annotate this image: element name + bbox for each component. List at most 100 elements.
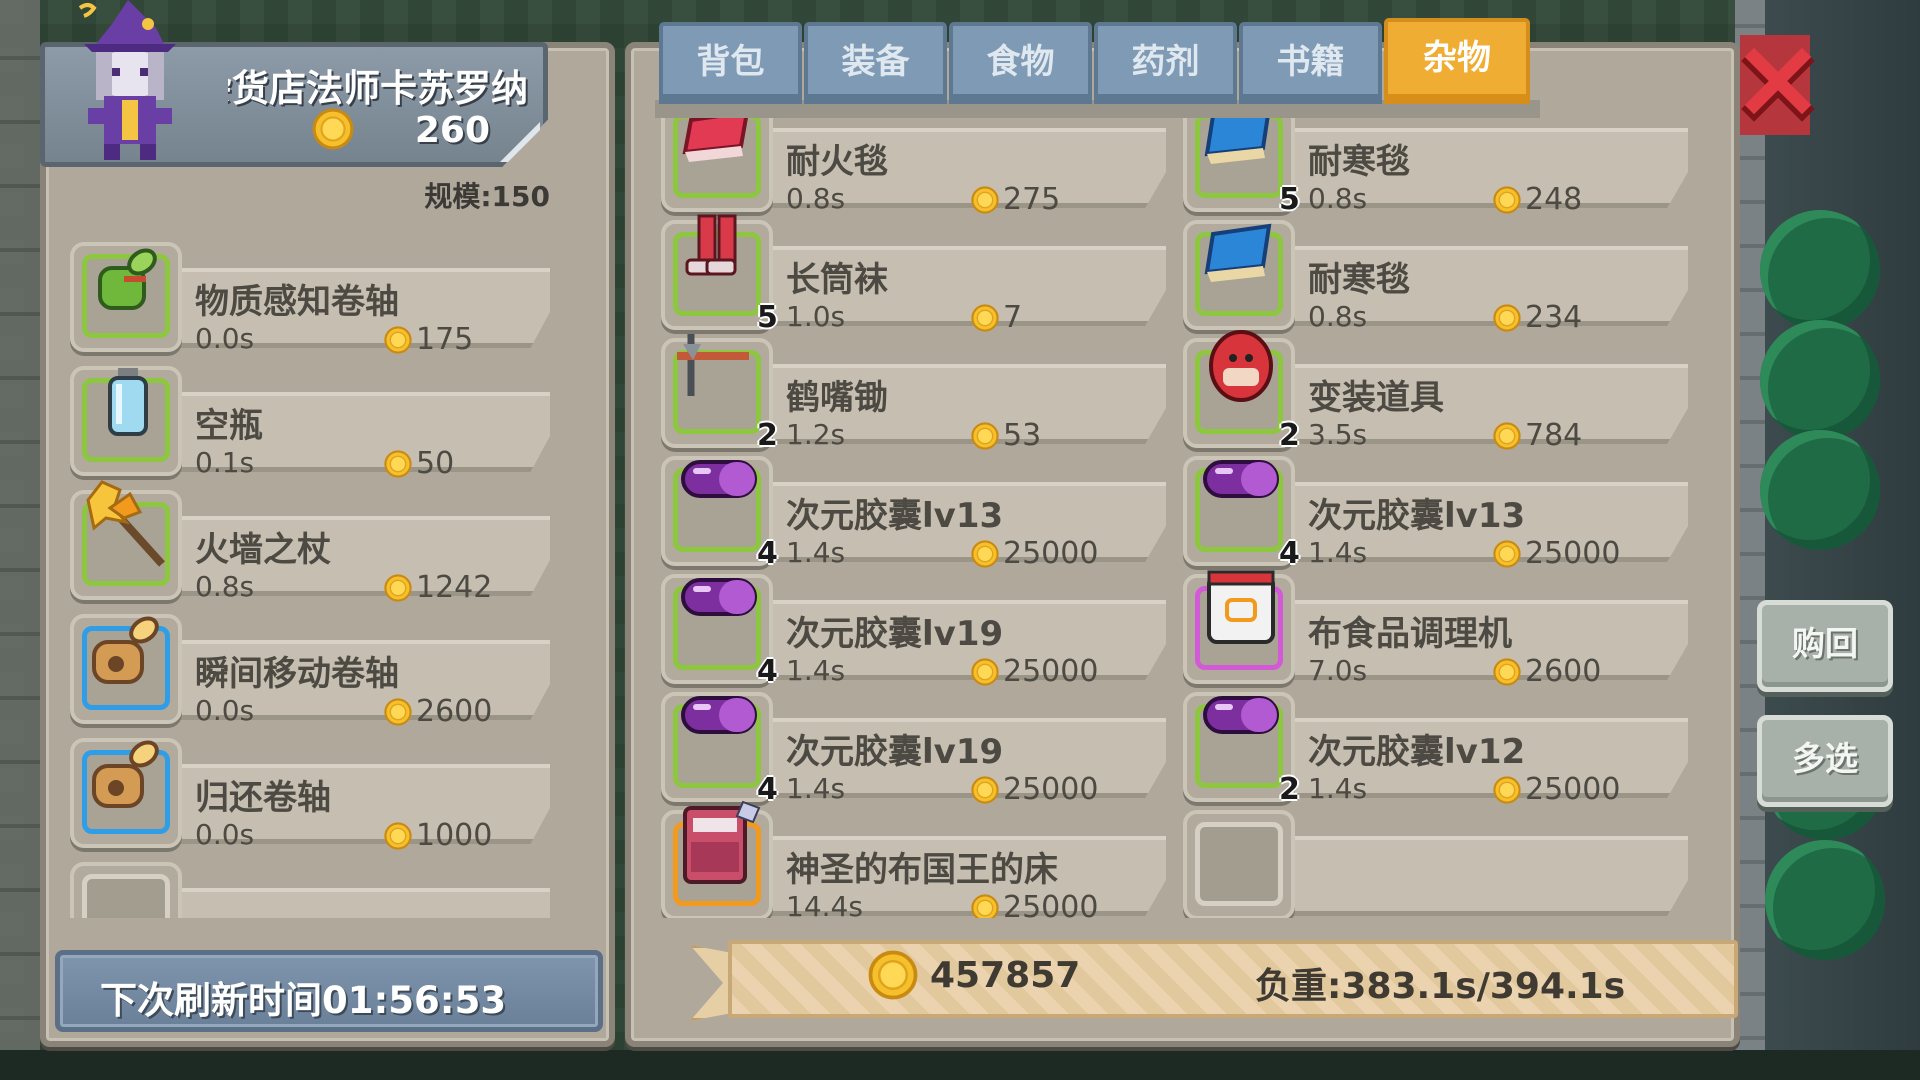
item-card[interactable]: 鹤嘴锄 1.2s 53 2 (661, 334, 1166, 458)
item-name: 物质感知卷轴 (195, 282, 399, 322)
gold-coin-icon (971, 422, 999, 450)
inventory-item-list[interactable]: 耐火毯 0.8s 275 耐寒毯 0.8s 248 5 长筒袜 1.0s 7 5 耐寒毯 0.8s 234… (655, 118, 1715, 918)
green-scroll-icon (98, 248, 157, 310)
item-weight: 1.4s (1308, 772, 1368, 805)
item-name: 次元胶囊lv12 (1308, 732, 1526, 772)
background-tree (1760, 430, 1880, 550)
item-name: 鹤嘴锄 (786, 378, 888, 418)
buyback-button[interactable]: 购回 (1757, 600, 1893, 692)
item-price: 248 (1525, 182, 1583, 217)
gold-coin-icon (868, 950, 918, 1000)
gold-coin-icon (384, 574, 412, 602)
item-weight: 0.0s (195, 818, 255, 851)
item-card[interactable]: 耐火毯 0.8s 275 (661, 118, 1166, 222)
tab-2[interactable]: 食物 (949, 22, 1092, 104)
empty-frame (1195, 822, 1283, 906)
capsule-icon (1203, 696, 1279, 734)
gold-coin-icon (384, 450, 412, 478)
capsule-icon (681, 460, 757, 498)
item-name: 神圣的布国王的床 (786, 850, 1058, 890)
item-card[interactable]: 耐寒毯 0.8s 234 (1183, 220, 1688, 340)
item-weight: 1.4s (786, 772, 846, 805)
disguise-mask-icon (1209, 330, 1273, 402)
item-weight: 0.8s (786, 182, 846, 215)
item-price: 25000 (1003, 536, 1099, 571)
empty-bottle-icon (108, 368, 148, 436)
item-card[interactable]: 次元胶囊lv13 1.4s 25000 4 (661, 456, 1166, 576)
item-name: 次元胶囊lv19 (786, 614, 1004, 654)
item-weight: 1.4s (786, 654, 846, 687)
gold-coin-icon (1493, 304, 1521, 332)
item-price: 25000 (1525, 772, 1621, 807)
tab-4[interactable]: 书籍 (1239, 22, 1382, 104)
item-price: 53 (1003, 418, 1042, 453)
item-card[interactable]: 布食品调理机 7.0s 2600 (1183, 570, 1688, 694)
stockings-icon (685, 214, 737, 276)
tab-3[interactable]: 药剂 (1094, 22, 1237, 104)
item-price: 25000 (1003, 772, 1099, 807)
gold-coin-icon (1493, 540, 1521, 568)
player-gold-amount: 457857 (930, 955, 1081, 996)
item-card[interactable]: 神圣的布国王的床 14.4s 25000 (661, 800, 1166, 918)
shop-scale-label: 规模:150 (424, 180, 550, 213)
gold-coin-icon (971, 304, 999, 332)
gold-coin-icon (384, 326, 412, 354)
item-name: 次元胶囊lv13 (786, 496, 1004, 536)
item-card[interactable]: 瞬间移动卷轴 0.0s 2600 (70, 614, 550, 734)
cold-blanket-icon (1204, 223, 1272, 282)
refresh-timer-text: 下次刷新时间01:56:53 (100, 979, 507, 1022)
tab-0[interactable]: 背包 (659, 22, 802, 104)
item-weight: 0.8s (1308, 300, 1368, 333)
item-card[interactable]: 耐寒毯 0.8s 248 5 (1183, 118, 1688, 222)
item-name: 耐火毯 (786, 142, 888, 182)
item-price: 50 (416, 446, 455, 481)
wizard-merchant-avatar (78, 0, 176, 160)
shop-item-list[interactable]: 物质感知卷轴 0.0s 175 空瓶 0.1s 50 火墙之杖 0.8s 1242 瞬间移动卷轴 0… (60, 228, 590, 918)
fire-staff-icon (86, 480, 165, 567)
item-card[interactable]: 次元胶囊lv19 1.4s 25000 4 (661, 692, 1166, 812)
item-card[interactable]: 次元胶囊lv12 1.4s 25000 2 (1183, 692, 1688, 812)
background-tree (1760, 320, 1880, 440)
item-weight: 0.0s (195, 322, 255, 355)
item-plate (160, 888, 550, 918)
background-ground (0, 1050, 1920, 1080)
cold-blanket-icon (1204, 118, 1270, 164)
gold-coin-icon (1493, 658, 1521, 686)
item-name: 耐寒毯 (1308, 260, 1410, 300)
item-name: 瞬间移动卷轴 (195, 654, 399, 694)
item-weight: 1.2s (786, 418, 846, 451)
multi-select-button[interactable]: 多选 (1757, 715, 1893, 807)
item-name: 归还卷轴 (195, 778, 331, 818)
item-weight: 1.4s (1308, 536, 1368, 569)
gold-coin-icon (312, 108, 354, 150)
shop-gold-amount: 260 (414, 110, 490, 151)
gold-coin-icon (971, 894, 999, 918)
item-name: 耐寒毯 (1308, 142, 1410, 182)
item-card[interactable]: 次元胶囊lv19 1.4s 25000 4 (661, 574, 1166, 694)
pickaxe-icon (677, 334, 749, 396)
tab-1[interactable]: 装备 (804, 22, 947, 104)
item-weight: 1.4s (786, 536, 846, 569)
capsule-icon (681, 578, 757, 616)
item-card[interactable]: 变装道具 3.5s 784 2 (1183, 330, 1688, 458)
gold-coin-icon (971, 186, 999, 214)
item-card[interactable]: 长筒袜 1.0s 7 5 (661, 214, 1166, 340)
item-card[interactable]: 归还卷轴 0.0s 1000 (70, 738, 550, 858)
item-name: 次元胶囊lv19 (786, 732, 1004, 772)
close-icon[interactable] (1740, 35, 1822, 135)
item-card[interactable]: 物质感知卷轴 0.0s 175 (70, 242, 550, 362)
item-name: 火墙之杖 (195, 530, 331, 570)
item-name: 长筒袜 (786, 260, 888, 300)
item-price: 175 (416, 322, 474, 357)
item-card[interactable]: 火墙之杖 0.8s 1242 (70, 480, 550, 610)
tab-5[interactable]: 杂物 (1384, 18, 1530, 104)
gold-coin-icon (971, 658, 999, 686)
gold-coin-icon (1493, 776, 1521, 804)
background-stone-wall (0, 0, 40, 1080)
item-name: 变装道具 (1308, 378, 1444, 418)
item-weight: 14.4s (786, 890, 863, 918)
item-card[interactable]: 空瓶 0.1s 50 (70, 366, 550, 486)
capsule-icon (1203, 460, 1279, 498)
item-card[interactable]: 次元胶囊lv13 1.4s 25000 4 (1183, 456, 1688, 576)
item-price: 2600 (416, 694, 493, 729)
